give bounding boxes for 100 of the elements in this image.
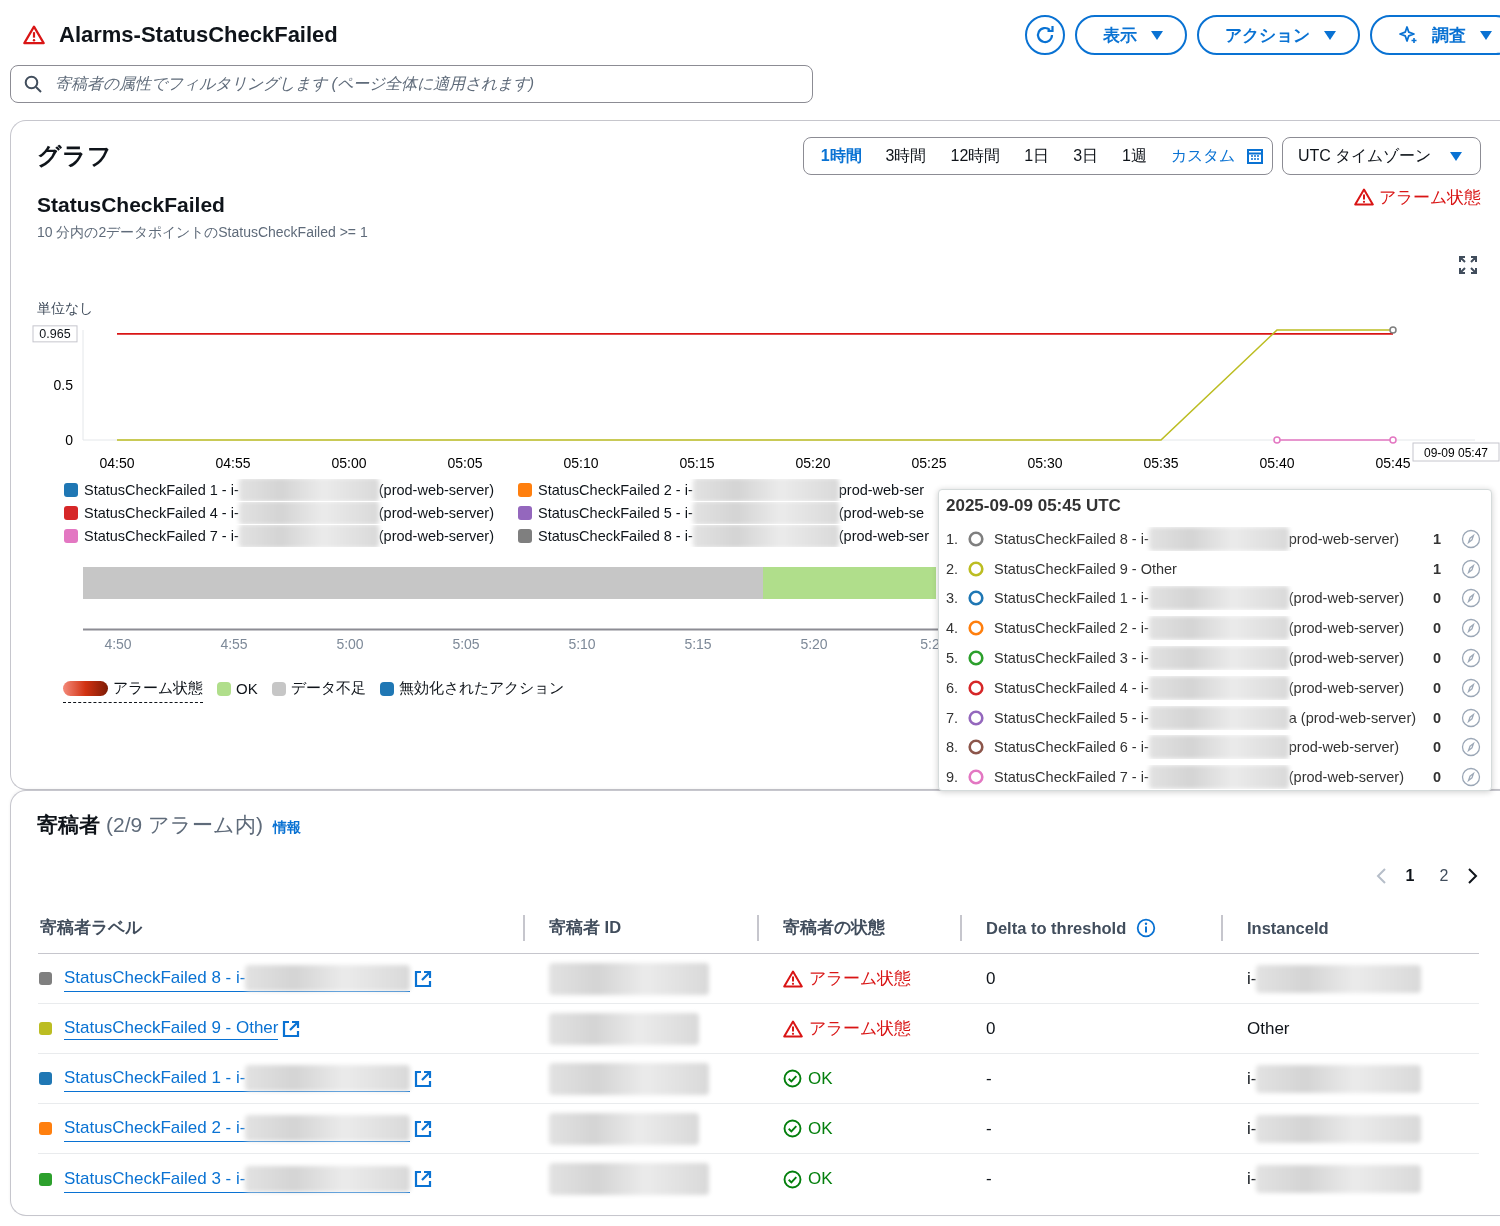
item-index: 1. [946,530,960,547]
series-value: 0 [1432,650,1442,667]
series-value: 0 [1432,769,1442,786]
alarm-swatch [63,681,108,696]
dropdown-button[interactable]: 調査 [1370,15,1500,55]
alarm-state-text: アラーム状態 [1379,186,1481,209]
info-icon[interactable] [1136,918,1157,938]
calendar-icon [1247,148,1263,164]
x-tick-label: 05:15 [679,455,715,471]
data-point [1389,326,1397,334]
contributor-link[interactable]: StatusCheckFailed 1 - i- [64,1065,411,1092]
compass-icon[interactable] [1461,648,1481,669]
compass-icon[interactable] [1461,767,1481,788]
chart-title: StatusCheckFailed [37,193,225,217]
legend-label: 無効化されたアクション [398,679,564,698]
legend-label: StatusCheckFailed 1 - i- [84,482,239,498]
series-label: StatusCheckFailed 6 - i- [994,739,1149,756]
compass-icon[interactable] [1461,707,1481,728]
caret-icon [1324,30,1336,40]
x-tick-label: 05:25 [911,455,947,471]
series-value: 0 [1432,739,1442,756]
caret-icon [1480,30,1492,40]
x-tick-label: 05:05 [447,455,483,471]
series-value: 1 [1432,530,1442,547]
contributor-link[interactable]: StatusCheckFailed 8 - i- [64,965,411,992]
contributor-link[interactable]: StatusCheckFailed 3 - i- [64,1165,411,1193]
time-range-option[interactable]: 3時間 [873,141,939,171]
compass-icon[interactable] [1461,558,1481,579]
item-index: 6. [946,679,960,696]
refresh-button[interactable] [1025,15,1065,55]
check-circle-icon [783,1119,802,1138]
info-link[interactable]: 情報 [273,819,301,837]
time-range-option[interactable]: 1週 [1110,141,1159,171]
legend-label: (prod-web-ser [838,528,929,544]
fullscreen-icon[interactable] [1459,256,1477,274]
y-tick-label: 0.965 [32,325,78,343]
external-link-icon [414,1069,433,1088]
custom-range-button[interactable]: カスタム [1159,141,1267,171]
y-tick-label: 0.965 [39,327,71,342]
status-text: OK [808,1118,833,1139]
item-index: 2. [946,560,960,577]
data-point [1273,436,1281,444]
legend-label: StatusCheckFailed 4 - i- [84,505,239,521]
legend-swatch [379,681,394,696]
search-icon [24,75,42,93]
series-label: prod-web-server) [1288,530,1400,547]
timezone-dropdown[interactable]: UTC タイムゾーン [1282,137,1481,175]
column-header: 寄稿者ラベル [40,917,142,938]
legend-label: StatusCheckFailed 5 - i- [538,505,693,521]
y-tick-label: 0.5 [53,377,73,393]
section-title: グラフ [37,141,112,171]
legend-label: アラーム状態 [113,679,203,698]
alarm-count: (2/9 アラーム内) [106,812,263,838]
table-cell: i- [1247,1068,1257,1089]
status-text: OK [808,1169,833,1189]
alarm-condition: 10 分内の2データポイントのStatusCheckFailed >= 1 [37,224,369,242]
item-index: 8. [946,739,960,756]
compass-icon[interactable] [1461,737,1481,758]
contributor-link[interactable]: StatusCheckFailed 9 - Other [64,1017,279,1040]
table-cell: 0 [986,1018,996,1039]
page-button[interactable]: 2 [1431,863,1457,889]
dropdown-button[interactable]: 表示 [1075,15,1187,55]
legend-label: StatusCheckFailed 7 - i- [84,528,239,544]
time-range-option[interactable]: 3日 [1061,141,1111,171]
compass-icon[interactable] [1461,588,1481,609]
tooltip-title: 2025-09-09 05:45 UTC [946,495,1122,517]
external-link-icon [414,1119,433,1138]
next-page-icon[interactable] [1465,867,1479,885]
table-cell: i- [1247,968,1257,989]
time-range-option[interactable]: 12時間 [938,141,1013,171]
time-range-option[interactable]: 1時間 [808,141,874,171]
compass-icon[interactable] [1461,677,1481,698]
legend-label: StatusCheckFailed 2 - i- [538,482,693,498]
series-value: 0 [1432,590,1442,607]
dropdown-button[interactable]: アクション [1197,15,1360,55]
table-cell: i- [1247,1118,1257,1139]
item-index: 9. [946,769,960,786]
series-value: 0 [1432,679,1442,696]
status-text: OK [808,1068,833,1089]
table-cell: Other [1247,1018,1290,1039]
external-link-icon [414,1170,433,1188]
section-title: 寄稿者 [37,812,100,838]
table-cell: 0 [986,968,996,989]
status-text: アラーム状態 [809,1018,911,1040]
page-button[interactable]: 1 [1397,863,1423,889]
contributor-link[interactable]: StatusCheckFailed 2 - i- [64,1115,411,1142]
previous-page-icon[interactable] [1375,867,1389,885]
column-header: 寄稿者の状態 [783,917,885,938]
series-label: (prod-web-server) [1288,769,1404,786]
time-range-option[interactable]: 1日 [1012,141,1062,171]
timeline-tick-label: 5:00 [336,636,364,652]
compass-icon[interactable] [1461,528,1481,549]
timeline-tick-label: 5:20 [800,636,828,652]
column-header: 寄稿者 ID [549,917,622,938]
legend-label: データ不足 [290,679,366,698]
search-field[interactable]: 寄稿者の属性でフィルタリングします (ページ全体に適用されます) [10,65,813,103]
compass-icon[interactable] [1461,618,1481,639]
item-index: 3. [946,590,960,607]
timeline-tick-label: 4:55 [220,636,248,652]
sparkle-icon [1398,25,1418,45]
